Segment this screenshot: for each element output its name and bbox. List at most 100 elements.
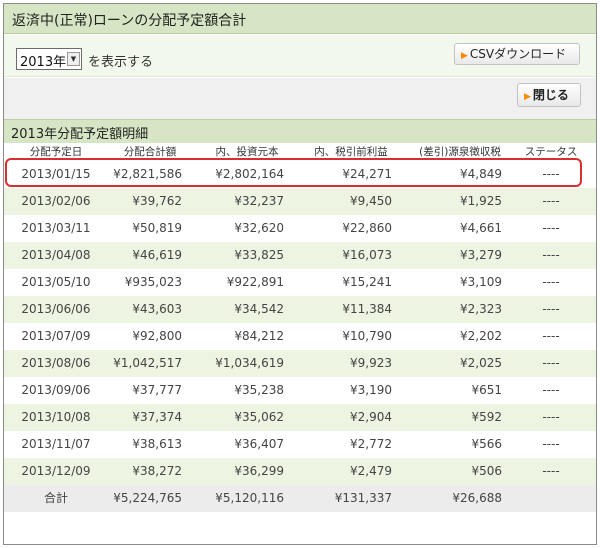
table-row: 2013/02/06 ¥39,762 ¥32,237 ¥9,450 ¥1,925 ---- [4,188,596,215]
cell-status: ---- [542,329,560,343]
cell-date: 2013/11/07 [21,437,91,451]
cell-pretax-profit: ¥2,479 [350,464,392,478]
cell-withholding-tax: ¥1,925 [460,194,502,208]
csv-download-button[interactable]: ▶ CSVダウンロード [454,43,580,65]
cell-status: ---- [542,356,560,370]
column-header-date: 分配予定日 [29,146,83,158]
column-header-pretax-profit: 内、税引前利益 [314,146,388,158]
first-row-highlight [5,158,582,187]
cell-status: ---- [542,383,560,397]
cell-withholding-tax: ¥26,688 [452,491,502,505]
column-header-total: 分配合計額 [123,146,177,158]
dialog-title: 返済中(正常)ローンの分配予定額合計 [12,13,247,29]
cell-principal: ¥1,034,619 [215,356,284,370]
table-row: 2013/03/11 ¥50,819 ¥32,620 ¥22,860 ¥4,661 ---… [4,215,596,242]
column-header-principal: 内、投資元本 [215,146,279,158]
cell-principal: ¥35,062 [234,410,284,424]
play-triangle-icon: ▶ [524,92,531,102]
cell-date: 2013/06/06 [21,302,91,316]
cell-status: ---- [542,248,560,262]
cell-withholding-tax: ¥2,025 [460,356,502,370]
cell-pretax-profit: ¥2,772 [350,437,392,451]
cell-total: ¥43,603 [132,302,182,316]
section-title: 2013年分配予定額明細 [11,127,149,142]
cell-status: ---- [542,410,560,424]
cell-withholding-tax: ¥4,661 [460,221,502,235]
cell-pretax-profit: ¥9,450 [350,194,392,208]
cell-date: 2013/09/06 [21,383,91,397]
cell-total: ¥38,272 [132,464,182,478]
play-triangle-icon: ▶ [461,51,468,61]
cell-withholding-tax: ¥651 [471,383,502,397]
cell-principal: ¥34,542 [234,302,284,316]
cell-principal: ¥922,891 [226,275,284,289]
action-band [4,78,596,119]
table-row: 2013/12/09 ¥38,272 ¥36,299 ¥2,479 ¥506 ---- [4,458,596,485]
cell-status: ---- [542,437,560,451]
dialog: 返済中(正常)ローンの分配予定額合計 2013年 ▼ を表示する 2013年分配… [3,3,597,545]
csv-download-label: CSVダウンロード [469,47,567,61]
cell-principal: ¥32,620 [234,221,284,235]
table-row: 2013/06/06 ¥43,603 ¥34,542 ¥11,384 ¥2,323 ---… [4,296,596,323]
cell-date: 2013/04/08 [21,248,91,262]
cell-pretax-profit: ¥22,860 [342,221,392,235]
cell-withholding-tax: ¥506 [471,464,502,478]
cell-principal: ¥36,299 [234,464,284,478]
cell-pretax-profit: ¥15,241 [342,275,392,289]
table-row: 2013/05/10 ¥935,023 ¥922,891 ¥15,241 ¥3,109 -… [4,269,596,296]
total-label: 合計 [43,491,68,505]
cell-total: ¥38,613 [132,437,182,451]
cell-withholding-tax: ¥592 [471,410,502,424]
table-row: 2013/04/08 ¥46,619 ¥33,825 ¥16,073 ¥3,279 ---… [4,242,596,269]
filter-suffix-label: を表示する [88,55,154,70]
column-header-withholding-tax: (差引)源泉徴収税 [419,146,501,158]
cell-date: 2013/02/06 [21,194,91,208]
cell-status: ---- [542,275,560,289]
cell-pretax-profit: ¥3,190 [350,383,392,397]
chevron-down-icon[interactable]: ▼ [67,52,80,66]
cell-pretax-profit: ¥11,384 [342,302,392,316]
cell-total: ¥46,619 [132,248,182,262]
cell-date: 2013/12/09 [21,464,91,478]
cell-status: ---- [542,302,560,316]
cell-pretax-profit: ¥9,923 [350,356,392,370]
cell-date: 2013/07/09 [21,329,91,343]
cell-total: ¥39,762 [132,194,182,208]
dialog-title-bar: 返済中(正常)ローンの分配予定額合計 [4,4,596,34]
cell-total: ¥935,023 [124,275,182,289]
cell-date: 2013/08/06 [21,356,91,370]
cell-withholding-tax: ¥566 [471,437,502,451]
cell-date: 2013/03/11 [21,221,91,235]
cell-pretax-profit: ¥131,337 [334,491,392,505]
cell-total: ¥5,224,765 [113,491,182,505]
cell-status: ---- [542,464,560,478]
cell-principal: ¥35,238 [234,383,284,397]
cell-principal: ¥84,212 [234,329,284,343]
cell-total: ¥92,800 [132,329,182,343]
cell-pretax-profit: ¥16,073 [342,248,392,262]
table-row: 2013/10/08 ¥37,374 ¥35,062 ¥2,904 ¥592 ---- [4,404,596,431]
cell-total: ¥37,777 [132,383,182,397]
cell-status: ---- [542,221,560,235]
year-select[interactable]: 2013年 ▼ [16,48,82,70]
table-row: 2013/08/06 ¥1,042,517 ¥1,034,619 ¥9,923 ¥2,0… [4,350,596,377]
cell-pretax-profit: ¥10,790 [342,329,392,343]
cell-total: ¥37,374 [132,410,182,424]
column-header-status: ステータス [524,146,578,158]
year-select-value: 2013年 [20,55,67,70]
cell-principal: ¥36,407 [234,437,284,451]
table-row: 2013/07/09 ¥92,800 ¥84,212 ¥10,790 ¥2,202 ---… [4,323,596,350]
table-row: 2013/09/06 ¥37,777 ¥35,238 ¥3,190 ¥651 ---- [4,377,596,404]
cell-principal: ¥33,825 [234,248,284,262]
cell-withholding-tax: ¥2,323 [460,302,502,316]
cell-principal: ¥32,237 [234,194,284,208]
cell-date: 2013/05/10 [21,275,91,289]
section-title-bar: 2013年分配予定額明細 [4,119,596,143]
cell-withholding-tax: ¥3,279 [460,248,502,262]
cell-date: 2013/10/08 [21,410,91,424]
close-label: 閉じる [532,88,569,102]
cell-total: ¥1,042,517 [113,356,182,370]
close-button[interactable]: ▶ 閉じる [517,83,581,107]
table-total-row: 合計 ¥5,224,765 ¥5,120,116 ¥131,337 ¥26,688 [4,485,596,512]
cell-total: ¥50,819 [132,221,182,235]
